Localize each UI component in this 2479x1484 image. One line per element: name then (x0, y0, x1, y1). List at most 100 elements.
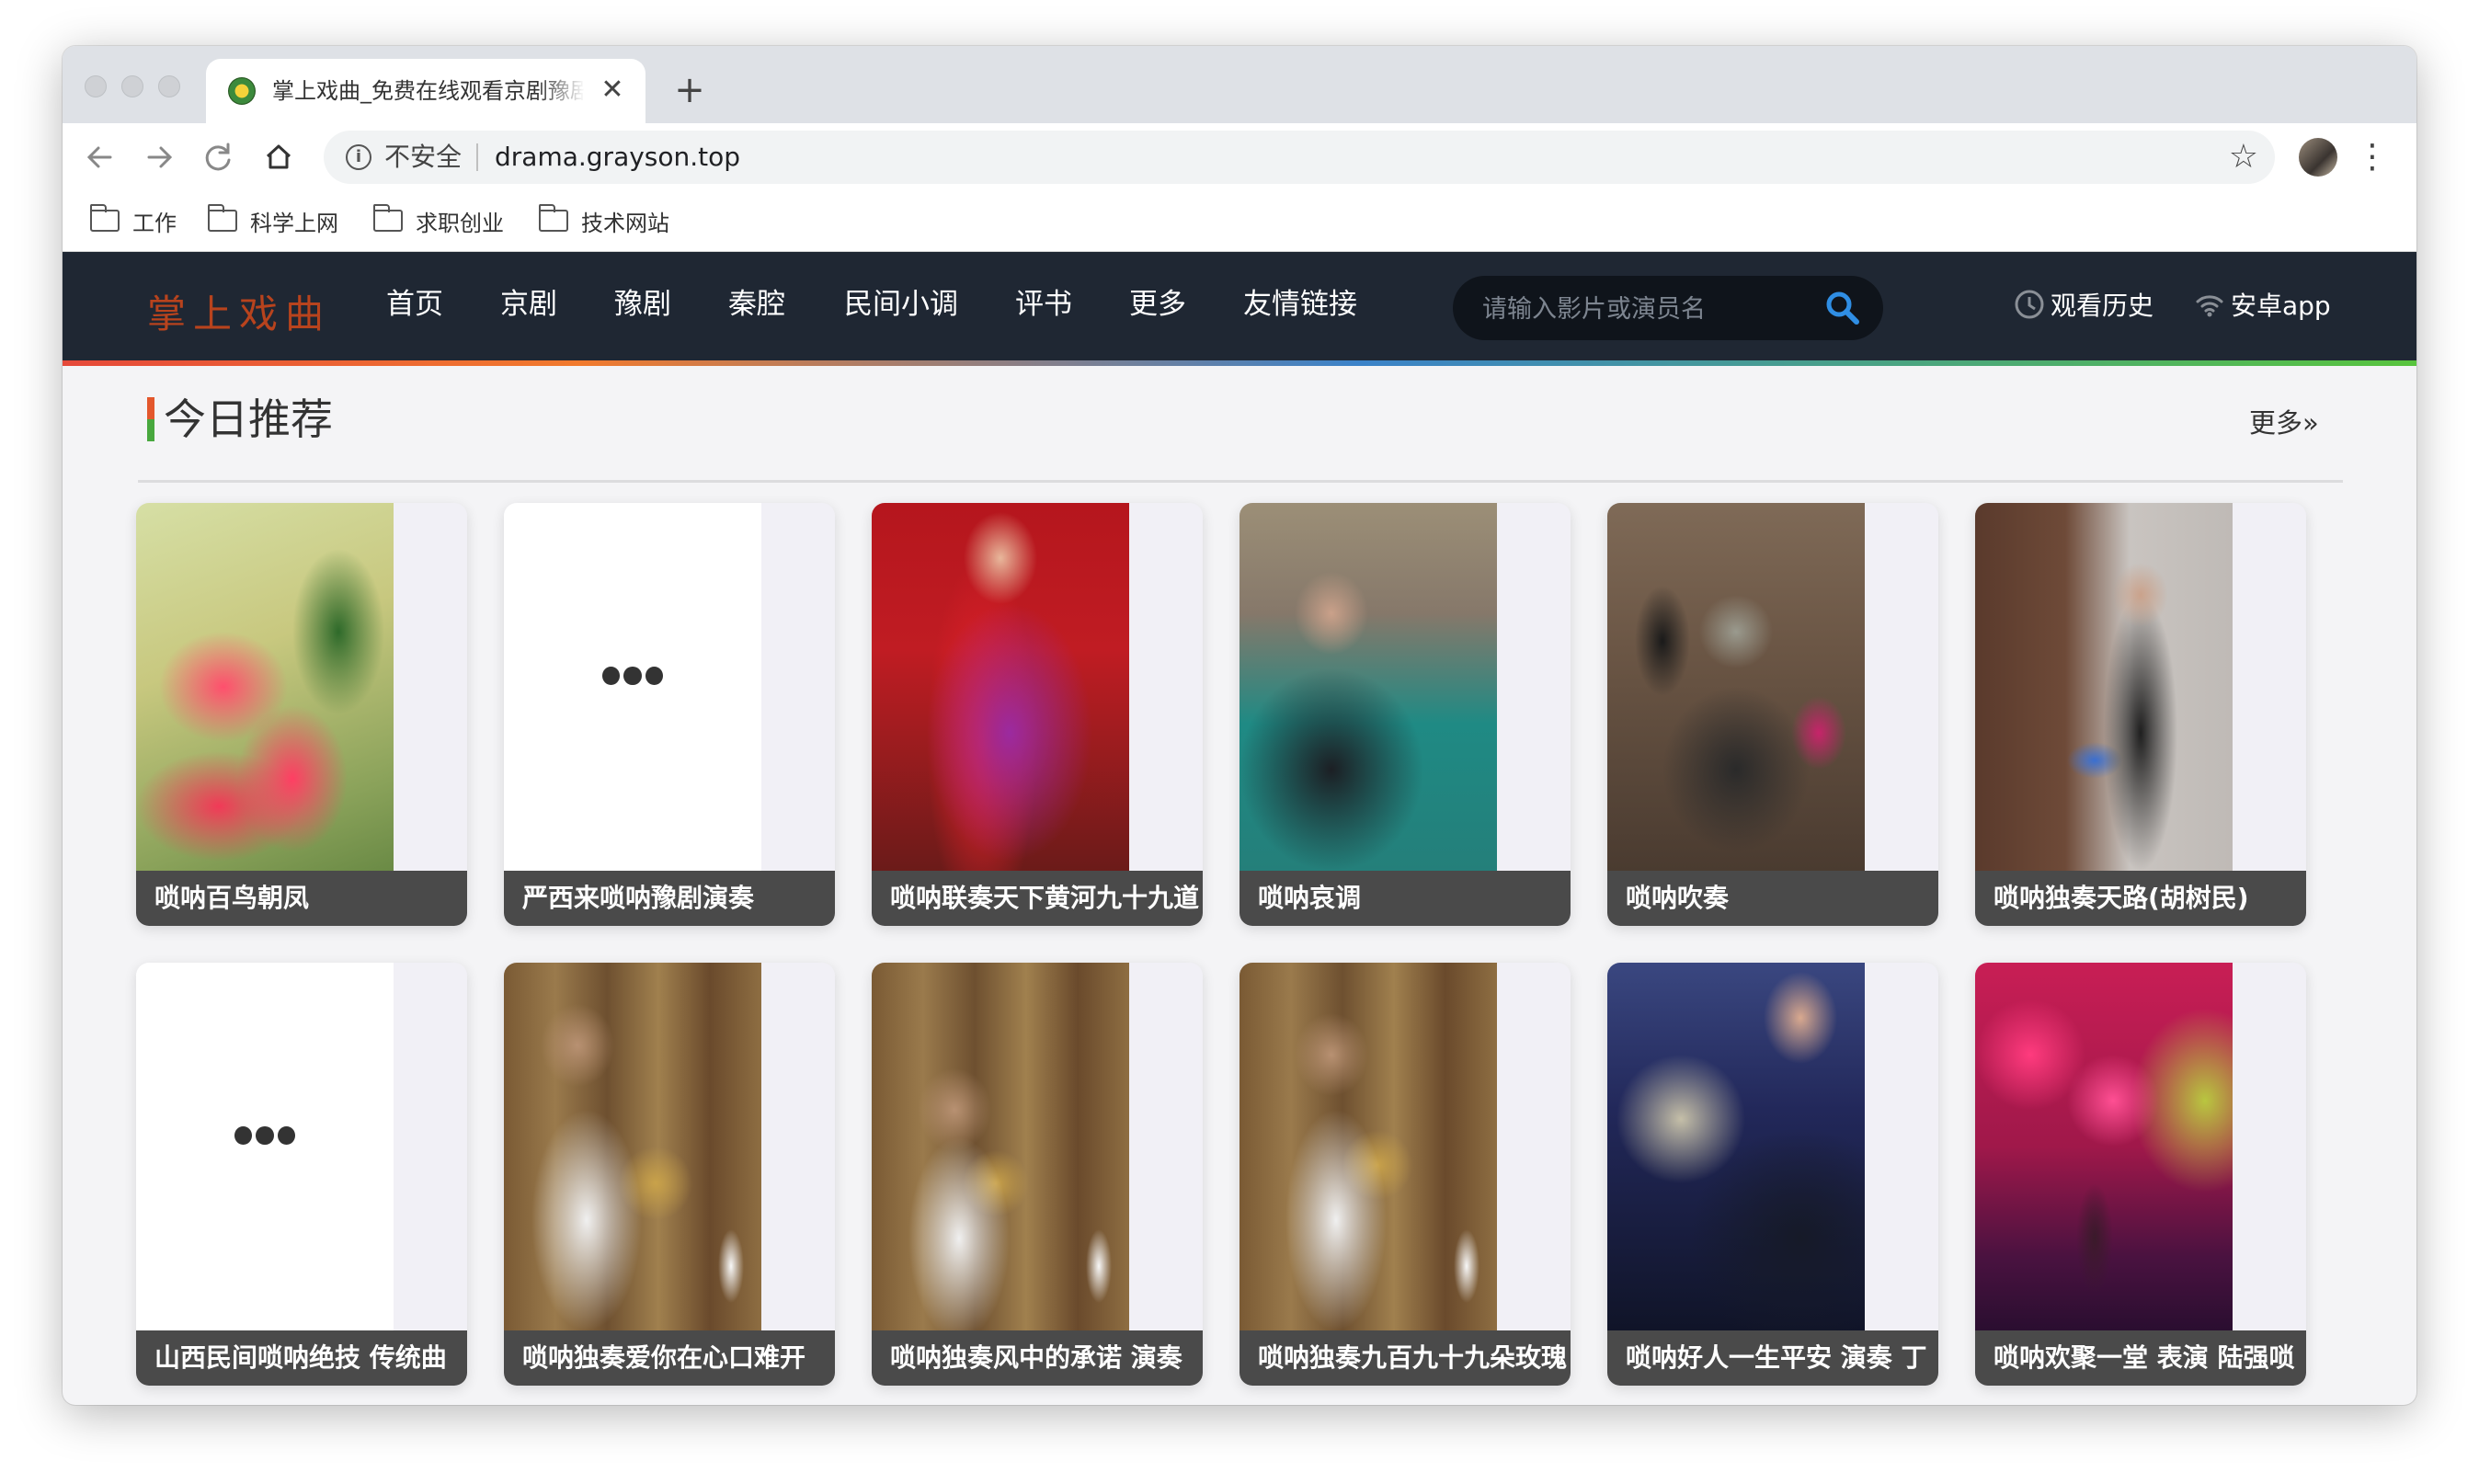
folder-icon (90, 204, 120, 232)
nav-qin-opera[interactable]: 秦腔 (728, 285, 785, 324)
bookmark-label: 科学上网 (250, 210, 338, 236)
title-accent (147, 397, 154, 441)
video-card[interactable]: 唢呐百鸟朝凤 (136, 503, 467, 926)
android-app-label: 安卓app (2231, 291, 2331, 321)
bookmark-career[interactable]: 求职创业 (373, 204, 504, 237)
nav-yu-opera[interactable]: 豫剧 (614, 285, 671, 324)
zoom-window-button[interactable] (158, 75, 180, 97)
video-thumbnail (1607, 503, 1865, 871)
watch-history-label: 观看历史 (2051, 291, 2154, 321)
back-arrow-icon (86, 146, 112, 168)
video-card[interactable]: 唢呐独奏九百九十九朵玫瑰 (1240, 963, 1571, 1386)
video-title: 唢呐吹奏 (1607, 871, 1938, 926)
video-thumbnail (872, 503, 1129, 871)
video-thumbnail (1975, 503, 2233, 871)
video-card[interactable]: 唢呐好人一生平安 演奏 丁 (1607, 963, 1938, 1386)
bookmark-label: 技术网站 (581, 210, 669, 236)
video-card[interactable]: 唢呐吹奏 (1607, 503, 1938, 926)
profile-avatar[interactable] (2299, 138, 2337, 177)
search-icon[interactable] (1822, 288, 1863, 328)
bookmark-label: 求职创业 (416, 210, 504, 236)
reload-icon (205, 143, 231, 171)
video-thumbnail (136, 503, 394, 871)
video-thumbnail (504, 503, 761, 871)
tab-close-icon[interactable]: ✕ (596, 74, 629, 107)
tab-strip: 掌上戏曲_免费在线观看京剧豫剧 ✕ + (63, 46, 2416, 123)
video-card[interactable]: 唢呐独奏天路(胡树民) (1975, 503, 2306, 926)
address-bar[interactable]: i 不安全 drama.grayson.top ☆ (324, 131, 2275, 184)
home-icon (266, 144, 291, 169)
video-title: 唢呐独奏爱你在心口难开 (504, 1330, 835, 1386)
folder-icon (208, 204, 237, 232)
search-input[interactable] (1480, 289, 1815, 329)
video-title: 唢呐独奏天路(胡树民) (1975, 871, 2306, 926)
loading-dots-icon (234, 1126, 295, 1147)
history-clock-icon (2015, 290, 2044, 319)
video-card[interactable]: 唢呐哀调 (1240, 503, 1571, 926)
video-thumbnail (1975, 963, 2233, 1330)
section-header: 今日推荐 (147, 392, 333, 447)
bookmark-tech[interactable]: 技术网站 (539, 204, 669, 237)
bookmark-star-icon[interactable]: ☆ (2229, 138, 2258, 177)
video-thumbnail (1240, 963, 1497, 1330)
search-box (1453, 276, 1883, 340)
site-favicon-icon (228, 77, 256, 105)
nav-friend-links[interactable]: 友情链接 (1243, 285, 1357, 324)
forward-arrow-icon (147, 146, 173, 168)
folder-icon (539, 204, 568, 232)
new-tab-button[interactable]: + (669, 70, 710, 110)
video-thumbnail (504, 963, 761, 1330)
video-title: 严西来唢呐豫剧演奏 (504, 871, 835, 926)
back-button[interactable] (79, 136, 121, 178)
video-card[interactable]: 山西民间唢呐绝技 传统曲 (136, 963, 467, 1386)
nav-more[interactable]: 更多 (1129, 285, 1186, 324)
video-title: 唢呐百鸟朝凤 (136, 871, 467, 926)
video-title: 山西民间唢呐绝技 传统曲 (136, 1330, 467, 1386)
browser-tab[interactable]: 掌上戏曲_免费在线观看京剧豫剧 ✕ (206, 59, 645, 123)
more-link[interactable]: 更多» (2249, 405, 2319, 441)
nav-storytelling[interactable]: 评书 (1015, 285, 1072, 324)
video-title: 唢呐独奏风中的承诺 演奏 (872, 1330, 1203, 1386)
nav-folk-tunes[interactable]: 民间小调 (844, 285, 958, 324)
video-card[interactable]: 唢呐联奏天下黄河九十九道 (872, 503, 1203, 926)
browser-menu-icon[interactable]: ⋮ (2356, 134, 2389, 180)
bookmark-science[interactable]: 科学上网 (208, 204, 338, 237)
info-icon[interactable]: i (346, 144, 371, 170)
home-button[interactable] (257, 136, 300, 178)
section-divider (138, 480, 2343, 483)
video-thumbnail (136, 963, 394, 1330)
nav-peking-opera[interactable]: 京剧 (500, 285, 557, 324)
folder-icon (373, 204, 403, 232)
video-title: 唢呐独奏九百九十九朵玫瑰 (1240, 1330, 1571, 1386)
site-header: 掌上戏曲 首页 京剧 豫剧 秦腔 民间小调 评书 更多 友情链接 观看历史 安卓… (63, 252, 2416, 360)
loading-dots-icon (602, 667, 663, 687)
video-title: 唢呐联奏天下黄河九十九道 (872, 871, 1203, 926)
video-title: 唢呐欢聚一堂 表演 陆强唢 (1975, 1330, 2306, 1386)
video-thumbnail (1240, 503, 1497, 871)
url-text[interactable]: drama.grayson.top (495, 140, 740, 175)
forward-button[interactable] (138, 136, 180, 178)
video-card[interactable]: 严西来唢呐豫剧演奏 (504, 503, 835, 926)
nav-home[interactable]: 首页 (386, 285, 443, 324)
android-app-link[interactable]: 安卓app (2192, 285, 2331, 324)
video-thumbnail (872, 963, 1129, 1330)
video-thumbnail (1607, 963, 1865, 1330)
video-card[interactable]: 唢呐独奏爱你在心口难开 (504, 963, 835, 1386)
watch-history-link[interactable]: 观看历史 (2012, 285, 2153, 324)
site-logo[interactable]: 掌上戏曲 (147, 283, 331, 339)
reload-button[interactable] (197, 136, 239, 178)
minimize-window-button[interactable] (121, 75, 143, 97)
browser-window: 掌上戏曲_免费在线观看京剧豫剧 ✕ + i 不安全 drama.grayson.… (63, 46, 2416, 1405)
browser-toolbar: i 不安全 drama.grayson.top ☆ ⋮ (63, 123, 2416, 191)
tab-title: 掌上戏曲_免费在线观看京剧豫剧 (272, 78, 585, 104)
bookmark-label: 工作 (132, 210, 177, 236)
security-label: 不安全 (384, 142, 463, 172)
wifi-icon (2196, 295, 2223, 317)
video-title: 唢呐好人一生平安 演奏 丁 (1607, 1330, 1938, 1386)
bookmark-work[interactable]: 工作 (90, 204, 177, 237)
close-window-button[interactable] (85, 75, 107, 97)
video-card[interactable]: 唢呐独奏风中的承诺 演奏 (872, 963, 1203, 1386)
video-title: 唢呐哀调 (1240, 871, 1571, 926)
section-title: 今日推荐 (164, 394, 333, 444)
video-card[interactable]: 唢呐欢聚一堂 表演 陆强唢 (1975, 963, 2306, 1386)
